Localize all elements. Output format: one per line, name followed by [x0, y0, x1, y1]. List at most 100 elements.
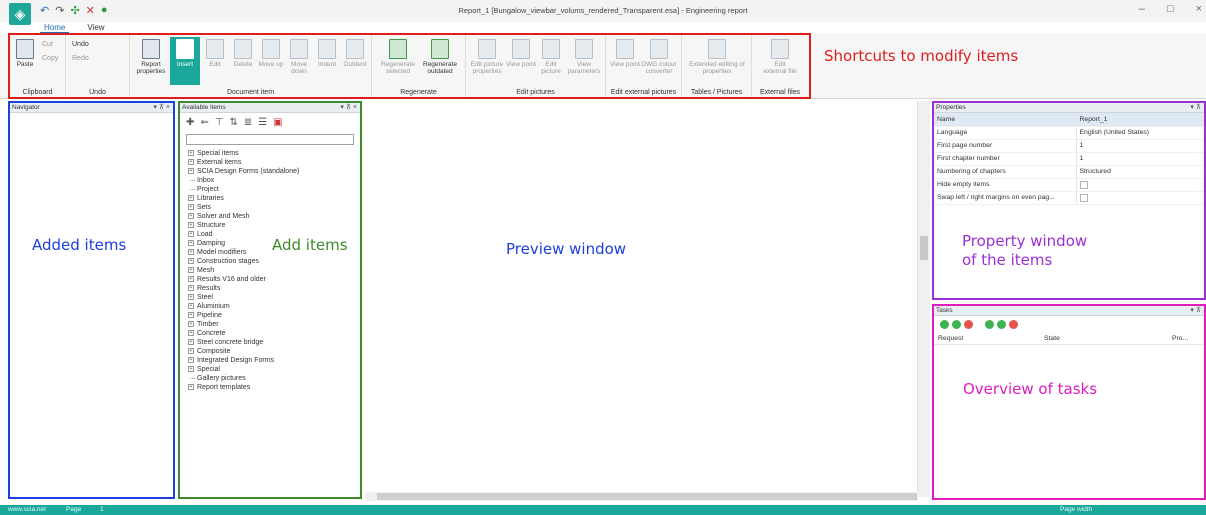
preview-vertical-scrollbar[interactable]	[918, 101, 930, 497]
column-progress[interactable]: Pro...	[1172, 335, 1188, 342]
tree-item[interactable]: Inbox	[188, 176, 360, 185]
property-value[interactable]: Report_1	[1076, 113, 1204, 127]
expand-toggle-icon[interactable]: +	[188, 150, 194, 156]
tree-item[interactable]: + Composite	[188, 347, 360, 356]
expand-toggle-icon[interactable]: +	[188, 384, 194, 390]
property-checkbox[interactable]	[1079, 180, 1088, 189]
expand-toggle-icon[interactable]: +	[188, 285, 194, 291]
expand-toggle-icon[interactable]: +	[188, 366, 194, 372]
property-row[interactable]: Swap left / right margins on even pag...	[934, 191, 1204, 205]
tree-item[interactable]: + Libraries	[188, 194, 360, 203]
play-icon[interactable]	[952, 320, 961, 329]
expand-toggle-icon[interactable]: +	[188, 231, 194, 237]
property-row[interactable]: Language English (United States)	[934, 126, 1204, 140]
expand-icon[interactable]: ≣	[244, 117, 252, 128]
annotation-added-items: Added items	[32, 236, 127, 254]
column-request[interactable]: Request	[938, 335, 1044, 342]
expand-toggle-icon[interactable]: +	[188, 159, 194, 165]
pane-controls[interactable]: ▾ ⊼ ×	[153, 103, 170, 113]
collapse-icon[interactable]: ☰	[258, 117, 267, 128]
tree-item[interactable]: + Results	[188, 284, 360, 293]
expand-toggle-icon[interactable]: +	[188, 348, 194, 354]
expand-toggle-icon[interactable]: +	[188, 330, 194, 336]
expand-toggle-icon[interactable]: +	[188, 321, 194, 327]
expand-toggle-icon[interactable]: +	[188, 339, 194, 345]
tree-item[interactable]: + External items	[188, 158, 360, 167]
tree-item[interactable]: + Concrete	[188, 329, 360, 338]
tree-item[interactable]: + Structure	[188, 221, 360, 230]
scroll-thumb[interactable]	[920, 236, 928, 260]
tree-item[interactable]: + Timber	[188, 320, 360, 329]
tree-item[interactable]: + Aluminium	[188, 302, 360, 311]
scroll-thumb[interactable]	[377, 493, 917, 500]
tree-item[interactable]: + Mesh	[188, 266, 360, 275]
tree-item[interactable]: + Solver and Mesh	[188, 212, 360, 221]
expand-toggle-icon[interactable]: +	[188, 312, 194, 318]
property-value[interactable]: 1	[1076, 139, 1204, 153]
pane-controls[interactable]: ▾ ⊼ ×	[340, 103, 357, 113]
expand-toggle-icon[interactable]: +	[188, 357, 194, 363]
stop-icon[interactable]	[964, 320, 973, 329]
back-icon[interactable]: ⇐	[200, 117, 208, 128]
expand-toggle-icon[interactable]: +	[188, 222, 194, 228]
available-items-tree: + Special items + External items + SCIA Desig…	[180, 149, 360, 392]
maximize-button[interactable]: □	[1167, 3, 1174, 15]
add-icon[interactable]: ✚	[186, 117, 194, 128]
expand-toggle-icon[interactable]: +	[188, 204, 194, 210]
preview-horizontal-scrollbar[interactable]	[365, 492, 918, 501]
expand-toggle-icon[interactable]: +	[188, 195, 194, 201]
annotation-preview: Preview window	[506, 240, 627, 258]
tree-item[interactable]: + Steel concrete bridge	[188, 338, 360, 347]
property-value[interactable]	[1076, 178, 1204, 192]
delete-icon[interactable]: ▣	[273, 117, 282, 128]
tree-item[interactable]: + Results V16 and older	[188, 275, 360, 284]
status-page-number: 1	[100, 506, 104, 513]
property-row[interactable]: Hide empty items	[934, 178, 1204, 192]
tree-item[interactable]: + Report templates	[188, 383, 360, 392]
tree-item[interactable]: + Steel	[188, 293, 360, 302]
property-value[interactable]: 1	[1076, 152, 1204, 166]
tree-item[interactable]: + Pipeline	[188, 311, 360, 320]
property-checkbox[interactable]	[1079, 193, 1088, 202]
close-button[interactable]: ×	[1196, 3, 1202, 15]
status-zoom[interactable]: Page width	[1060, 505, 1092, 515]
play-all-icon[interactable]	[997, 320, 1006, 329]
search-input[interactable]	[186, 134, 354, 145]
pane-controls[interactable]: ▾ ⊼	[1190, 306, 1201, 316]
tree-item[interactable]: + Construction stages	[188, 257, 360, 266]
expand-toggle-icon[interactable]: +	[188, 258, 194, 264]
minimize-button[interactable]: –	[1139, 3, 1145, 15]
status-site[interactable]: www.scia.net	[8, 505, 46, 515]
expand-toggle-icon[interactable]: +	[188, 303, 194, 309]
expand-toggle-icon[interactable]: +	[188, 240, 194, 246]
property-row[interactable]: Name Report_1	[934, 113, 1204, 127]
tree-item[interactable]: + SCIA Design Forms (standalone)	[188, 167, 360, 176]
property-value[interactable]: English (United States)	[1076, 126, 1204, 140]
tree-item[interactable]: Gallery pictures	[188, 374, 360, 383]
expand-toggle-icon[interactable]: +	[188, 249, 194, 255]
property-row[interactable]: First chapter number 1	[934, 152, 1204, 166]
tree-item[interactable]: + Special items	[188, 149, 360, 158]
tree-item[interactable]: Project	[188, 185, 360, 194]
expand-toggle-icon[interactable]: +	[188, 213, 194, 219]
tree-item[interactable]: + Special	[188, 365, 360, 374]
property-row[interactable]: First page number 1	[934, 139, 1204, 153]
expand-toggle-icon[interactable]: +	[188, 168, 194, 174]
filter-icon[interactable]: ⊤	[215, 117, 224, 128]
tree-item[interactable]: + Integrated Design Forms	[188, 356, 360, 365]
property-row[interactable]: Numbering of chapters Structured	[934, 165, 1204, 179]
tree-item-label: Sets	[197, 204, 212, 211]
property-value[interactable]: Structured	[1076, 165, 1204, 179]
expand-toggle-icon[interactable]: +	[188, 267, 194, 273]
column-state[interactable]: State	[1044, 335, 1172, 342]
pause-icon[interactable]	[940, 320, 949, 329]
pause-all-icon[interactable]	[985, 320, 994, 329]
pane-controls[interactable]: ▾ ⊼	[1190, 103, 1201, 113]
sort-icon[interactable]: ⇅	[230, 117, 238, 128]
property-name: Language	[934, 126, 1077, 140]
expand-toggle-icon[interactable]: +	[188, 294, 194, 300]
expand-toggle-icon[interactable]: +	[188, 276, 194, 282]
property-value[interactable]	[1076, 191, 1204, 205]
tree-item[interactable]: + Sets	[188, 203, 360, 212]
stop-all-icon[interactable]	[1009, 320, 1018, 329]
